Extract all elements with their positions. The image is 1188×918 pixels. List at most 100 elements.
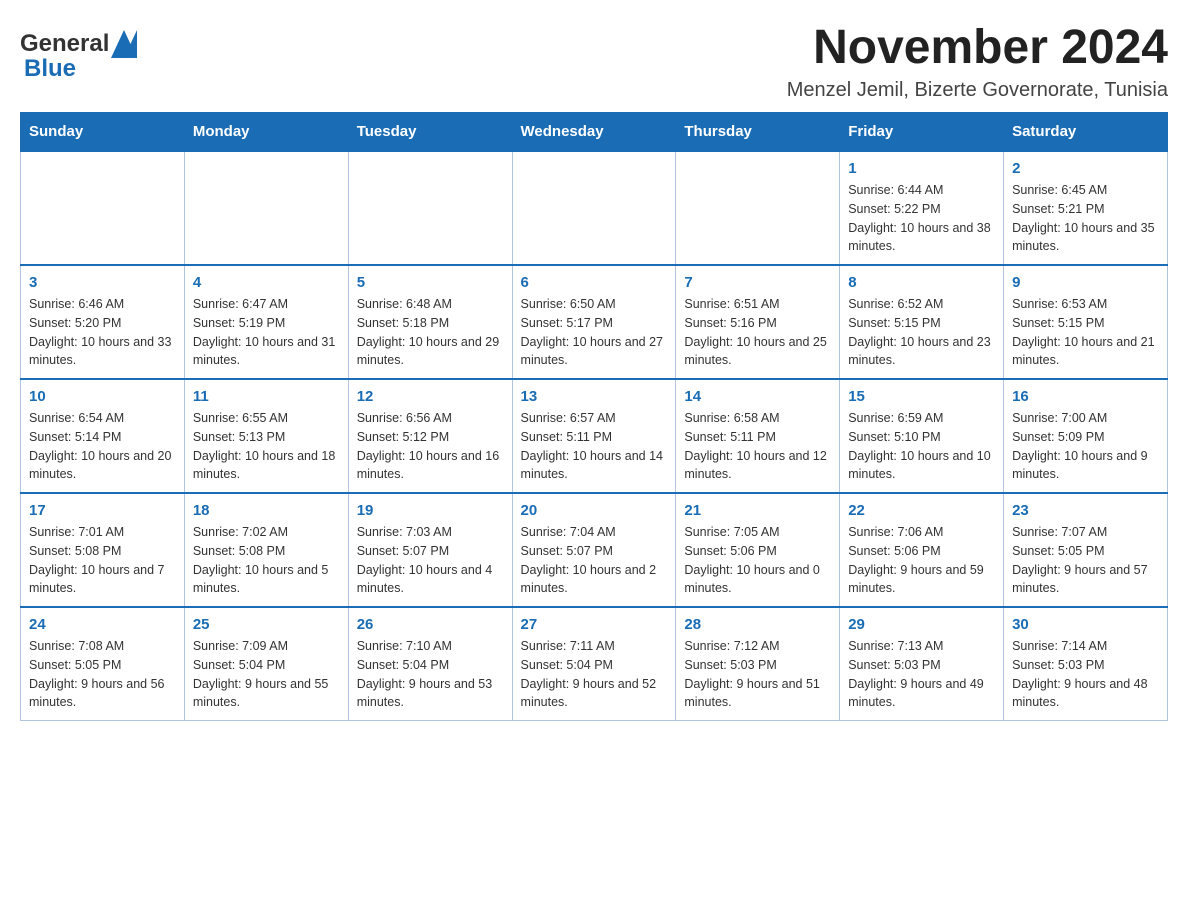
calendar-cell: 13Sunrise: 6:57 AM Sunset: 5:11 PM Dayli…	[512, 379, 676, 493]
calendar-cell: 20Sunrise: 7:04 AM Sunset: 5:07 PM Dayli…	[512, 493, 676, 607]
day-number: 17	[29, 502, 176, 519]
day-info: Sunrise: 7:11 AM Sunset: 5:04 PM Dayligh…	[521, 637, 668, 712]
day-info: Sunrise: 7:00 AM Sunset: 5:09 PM Dayligh…	[1012, 409, 1159, 484]
day-info: Sunrise: 6:52 AM Sunset: 5:15 PM Dayligh…	[848, 295, 995, 370]
day-number: 6	[521, 274, 668, 291]
calendar-cell: 9 Sunrise: 6:53 AM Sunset: 5:15 PM Daylig…	[1004, 265, 1168, 379]
calendar-cell: 30 Sunrise: 7:14 AM Sunset: 5:03 PM Dayli…	[1004, 607, 1168, 721]
day-info: Sunrise: 6:45 AM Sunset: 5:21 PM Dayligh…	[1012, 181, 1159, 256]
calendar-day-header: Friday	[840, 113, 1004, 152]
day-number: 7	[684, 274, 831, 291]
logo-blue-text: Blue	[24, 56, 76, 82]
day-info: Sunrise: 7:06 AM Sunset: 5:06 PM Dayligh…	[848, 523, 995, 598]
page-title: November 2024	[787, 20, 1168, 75]
calendar-day-header: Sunday	[21, 113, 185, 152]
day-number: 21	[684, 502, 831, 519]
day-number: 5	[357, 274, 504, 291]
day-number: 12	[357, 388, 504, 405]
calendar-header-row: SundayMondayTuesdayWednesdayThursdayFrid…	[21, 113, 1168, 152]
day-info: Sunrise: 7:05 AM Sunset: 5:06 PM Dayligh…	[684, 523, 831, 598]
calendar-cell: 4 Sunrise: 6:47 AM Sunset: 5:19 PM Daylig…	[184, 265, 348, 379]
day-number: 27	[521, 616, 668, 633]
day-info: Sunrise: 7:09 AM Sunset: 5:04 PM Dayligh…	[193, 637, 340, 712]
calendar-cell: 15Sunrise: 6:59 AM Sunset: 5:10 PM Dayli…	[840, 379, 1004, 493]
calendar-cell: 24 Sunrise: 7:08 AM Sunset: 5:05 PM Dayli…	[21, 607, 185, 721]
calendar-cell: 16 Sunrise: 7:00 AM Sunset: 5:09 PM Dayli…	[1004, 379, 1168, 493]
day-info: Sunrise: 6:54 AM Sunset: 5:14 PM Dayligh…	[29, 409, 176, 484]
day-number: 29	[848, 616, 995, 633]
day-info: Sunrise: 7:13 AM Sunset: 5:03 PM Dayligh…	[848, 637, 995, 712]
day-info: Sunrise: 6:56 AM Sunset: 5:12 PM Dayligh…	[357, 409, 504, 484]
day-info: Sunrise: 7:01 AM Sunset: 5:08 PM Dayligh…	[29, 523, 176, 598]
day-number: 2	[1012, 160, 1159, 177]
calendar-day-header: Monday	[184, 113, 348, 152]
day-number: 28	[684, 616, 831, 633]
day-info: Sunrise: 6:55 AM Sunset: 5:13 PM Dayligh…	[193, 409, 340, 484]
calendar-cell: 26 Sunrise: 7:10 AM Sunset: 5:04 PM Dayli…	[348, 607, 512, 721]
calendar-cell: 29 Sunrise: 7:13 AM Sunset: 5:03 PM Dayli…	[840, 607, 1004, 721]
calendar-week-row: 10Sunrise: 6:54 AM Sunset: 5:14 PM Dayli…	[21, 379, 1168, 493]
logo-triangle-icon	[111, 30, 137, 58]
calendar-cell: 19Sunrise: 7:03 AM Sunset: 5:07 PM Dayli…	[348, 493, 512, 607]
calendar-cell: 11 Sunrise: 6:55 AM Sunset: 5:13 PM Dayli…	[184, 379, 348, 493]
calendar-cell: 3 Sunrise: 6:46 AM Sunset: 5:20 PM Daylig…	[21, 265, 185, 379]
calendar-cell: 28Sunrise: 7:12 AM Sunset: 5:03 PM Dayli…	[676, 607, 840, 721]
calendar-cell: 12 Sunrise: 6:56 AM Sunset: 5:12 PM Dayli…	[348, 379, 512, 493]
day-number: 8	[848, 274, 995, 291]
calendar-cell: 23Sunrise: 7:07 AM Sunset: 5:05 PM Dayli…	[1004, 493, 1168, 607]
day-info: Sunrise: 6:46 AM Sunset: 5:20 PM Dayligh…	[29, 295, 176, 370]
day-number: 20	[521, 502, 668, 519]
day-number: 18	[193, 502, 340, 519]
day-number: 14	[684, 388, 831, 405]
day-info: Sunrise: 6:57 AM Sunset: 5:11 PM Dayligh…	[521, 409, 668, 484]
calendar-day-header: Thursday	[676, 113, 840, 152]
calendar-cell: 22 Sunrise: 7:06 AM Sunset: 5:06 PM Dayli…	[840, 493, 1004, 607]
day-info: Sunrise: 7:10 AM Sunset: 5:04 PM Dayligh…	[357, 637, 504, 712]
day-number: 23	[1012, 502, 1159, 519]
day-number: 11	[193, 388, 340, 405]
day-info: Sunrise: 7:08 AM Sunset: 5:05 PM Dayligh…	[29, 637, 176, 712]
calendar-cell	[348, 151, 512, 265]
day-number: 30	[1012, 616, 1159, 633]
logo: General Blue	[20, 30, 137, 82]
calendar-cell	[676, 151, 840, 265]
calendar-cell	[512, 151, 676, 265]
day-number: 4	[193, 274, 340, 291]
calendar-cell: 14 Sunrise: 6:58 AM Sunset: 5:11 PM Dayli…	[676, 379, 840, 493]
calendar-cell: 6Sunrise: 6:50 AM Sunset: 5:17 PM Daylig…	[512, 265, 676, 379]
day-number: 26	[357, 616, 504, 633]
calendar-cell: 1Sunrise: 6:44 AM Sunset: 5:22 PM Daylig…	[840, 151, 1004, 265]
day-number: 16	[1012, 388, 1159, 405]
calendar-cell: 8 Sunrise: 6:52 AM Sunset: 5:15 PM Daylig…	[840, 265, 1004, 379]
calendar-cell	[21, 151, 185, 265]
day-number: 1	[848, 160, 995, 177]
calendar-week-row: 24 Sunrise: 7:08 AM Sunset: 5:05 PM Dayli…	[21, 607, 1168, 721]
calendar-cell: 10Sunrise: 6:54 AM Sunset: 5:14 PM Dayli…	[21, 379, 185, 493]
calendar-cell	[184, 151, 348, 265]
calendar-week-row: 3 Sunrise: 6:46 AM Sunset: 5:20 PM Daylig…	[21, 265, 1168, 379]
day-number: 3	[29, 274, 176, 291]
calendar-week-row: 1Sunrise: 6:44 AM Sunset: 5:22 PM Daylig…	[21, 151, 1168, 265]
title-area: November 2024 Menzel Jemil, Bizerte Gove…	[787, 20, 1168, 102]
calendar-day-header: Tuesday	[348, 113, 512, 152]
day-info: Sunrise: 6:48 AM Sunset: 5:18 PM Dayligh…	[357, 295, 504, 370]
day-info: Sunrise: 6:51 AM Sunset: 5:16 PM Dayligh…	[684, 295, 831, 370]
header: General Blue November 2024 Menzel Jemil,…	[20, 20, 1168, 102]
calendar-day-header: Saturday	[1004, 113, 1168, 152]
calendar-cell: 17 Sunrise: 7:01 AM Sunset: 5:08 PM Dayli…	[21, 493, 185, 607]
page-subtitle: Menzel Jemil, Bizerte Governorate, Tunis…	[787, 79, 1168, 102]
calendar-cell: 18Sunrise: 7:02 AM Sunset: 5:08 PM Dayli…	[184, 493, 348, 607]
calendar-day-header: Wednesday	[512, 113, 676, 152]
day-info: Sunrise: 6:47 AM Sunset: 5:19 PM Dayligh…	[193, 295, 340, 370]
calendar-cell: 27 Sunrise: 7:11 AM Sunset: 5:04 PM Dayli…	[512, 607, 676, 721]
day-number: 9	[1012, 274, 1159, 291]
day-info: Sunrise: 7:14 AM Sunset: 5:03 PM Dayligh…	[1012, 637, 1159, 712]
day-number: 25	[193, 616, 340, 633]
day-number: 19	[357, 502, 504, 519]
day-number: 24	[29, 616, 176, 633]
day-number: 22	[848, 502, 995, 519]
calendar-cell: 21 Sunrise: 7:05 AM Sunset: 5:06 PM Dayli…	[676, 493, 840, 607]
day-info: Sunrise: 6:58 AM Sunset: 5:11 PM Dayligh…	[684, 409, 831, 484]
day-info: Sunrise: 6:53 AM Sunset: 5:15 PM Dayligh…	[1012, 295, 1159, 370]
calendar-cell: 5 Sunrise: 6:48 AM Sunset: 5:18 PM Daylig…	[348, 265, 512, 379]
